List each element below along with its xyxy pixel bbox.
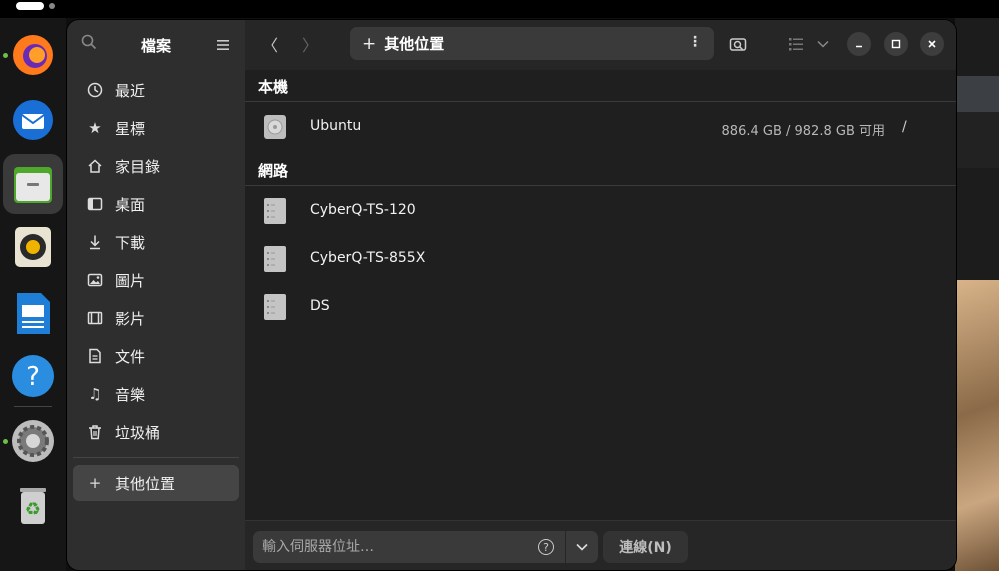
hard-disk-icon	[263, 113, 287, 141]
list-view-icon[interactable]	[783, 31, 809, 57]
location-name: CyberQ-TS-855X	[310, 250, 426, 266]
sidebar-item-documents[interactable]: 文件	[73, 338, 239, 374]
server-icon	[263, 197, 287, 225]
search-files-icon[interactable]	[725, 31, 751, 57]
sidebar-item-downloads[interactable]: 下載	[73, 224, 239, 260]
home-icon	[86, 157, 104, 175]
sidebar-item-videos[interactable]: 影片	[73, 300, 239, 336]
background-window-panel	[955, 112, 999, 168]
top-bar	[0, 0, 999, 18]
sidebar-item-home[interactable]: 家目錄	[73, 148, 239, 184]
dock-separator	[14, 406, 52, 407]
plus-icon: +	[88, 474, 102, 492]
document-icon	[86, 347, 104, 365]
mount-point: /	[902, 119, 907, 135]
sidebar-item-trash[interactable]: 垃圾桶	[73, 414, 239, 450]
help-icon[interactable]: ?	[538, 539, 554, 555]
sidebar: 檔案 最近 ★ 星標 家目錄 桌面 下載 圖片 影片 文件 ♫ 音樂 垃圾桶 +…	[67, 20, 245, 570]
maximize-button[interactable]	[884, 32, 908, 56]
desktop-wallpaper	[955, 280, 999, 571]
dock: ? ♻	[0, 18, 66, 571]
image-icon	[86, 271, 104, 289]
plus-icon: +	[362, 33, 377, 54]
location-name: Ubuntu	[310, 118, 362, 134]
connect-button[interactable]: 連線(N)	[603, 531, 688, 563]
sidebar-item-label: 音樂	[115, 385, 146, 404]
sidebar-item-label: 星標	[115, 119, 146, 138]
chevron-down-icon[interactable]	[810, 31, 836, 57]
header-bar: 〈 〉 + 其他位置 ⋮	[245, 20, 956, 70]
server-address-input[interactable]	[253, 531, 565, 563]
download-icon	[86, 233, 104, 251]
sidebar-item-starred[interactable]: ★ 星標	[73, 110, 239, 146]
list-item[interactable]: CyberQ-TS-120	[245, 187, 956, 233]
list-item[interactable]: DS	[245, 283, 956, 329]
settings-icon[interactable]	[8, 416, 58, 466]
clock-icon	[86, 81, 104, 99]
sidebar-item-recent[interactable]: 最近	[73, 72, 239, 108]
music-icon: ♫	[88, 385, 102, 403]
chevron-down-icon	[576, 543, 588, 551]
section-divider	[245, 185, 956, 186]
svg-text:?: ?	[26, 362, 40, 392]
recycle-bin-icon[interactable]: ♻	[8, 480, 58, 530]
sidebar-item-label: 其他位置	[115, 474, 176, 493]
sidebar-item-label: 圖片	[115, 271, 146, 290]
files-icon[interactable]	[3, 154, 63, 214]
location-bar[interactable]: + 其他位置 ⋮	[350, 27, 714, 60]
files-window: 檔案 最近 ★ 星標 家目錄 桌面 下載 圖片 影片 文件 ♫ 音樂 垃圾桶 +…	[67, 20, 956, 570]
minimize-button[interactable]	[847, 32, 871, 56]
section-title-network: 網路	[258, 162, 289, 180]
list-item[interactable]: Ubuntu 886.4 GB / 982.8 GB 可用 /	[245, 103, 956, 149]
desktop-icon	[86, 195, 104, 213]
sidebar-item-label: 家目錄	[115, 157, 161, 176]
sidebar-item-other-locations[interactable]: + 其他位置	[73, 465, 239, 501]
sidebar-item-desktop[interactable]: 桌面	[73, 186, 239, 222]
sidebar-item-music[interactable]: ♫ 音樂	[73, 376, 239, 412]
section-divider	[245, 101, 956, 102]
server-icon	[263, 245, 287, 273]
star-icon: ★	[88, 119, 102, 137]
list-item[interactable]: CyberQ-TS-855X	[245, 235, 956, 281]
main-pane: 〈 〉 + 其他位置 ⋮ 本機 Ubuntu 886.4 GB / 982.8 …	[245, 20, 956, 570]
location-name: CyberQ-TS-120	[310, 202, 416, 218]
help-icon[interactable]: ?	[8, 351, 58, 401]
sidebar-item-label: 文件	[115, 347, 146, 366]
hamburger-menu-icon[interactable]	[217, 36, 229, 55]
storage-info: 886.4 GB / 982.8 GB 可用	[721, 124, 885, 139]
server-icon	[263, 293, 287, 321]
sidebar-item-label: 影片	[115, 309, 146, 328]
sidebar-item-label: 下載	[115, 233, 146, 252]
recent-servers-dropdown[interactable]	[566, 531, 598, 563]
video-icon	[86, 309, 104, 327]
trash-icon	[86, 423, 104, 441]
sidebar-item-label: 垃圾桶	[115, 423, 161, 442]
svg-text:♻: ♻	[25, 499, 41, 520]
sidebar-item-label: 最近	[115, 81, 146, 100]
background-window-header	[955, 76, 999, 112]
firefox-icon[interactable]	[8, 30, 58, 80]
sidebar-divider	[73, 457, 239, 458]
thunderbird-icon[interactable]	[8, 94, 58, 144]
connect-bar: ? 連線(N)	[245, 520, 956, 570]
back-icon[interactable]: 〈	[255, 30, 285, 58]
location-title: 其他位置	[384, 35, 445, 53]
more-options-icon[interactable]: ⋮	[688, 34, 702, 50]
rhythmbox-icon[interactable]	[8, 222, 58, 272]
sidebar-item-label: 桌面	[115, 195, 146, 214]
sidebar-item-pictures[interactable]: 圖片	[73, 262, 239, 298]
forward-icon[interactable]: 〉	[295, 30, 325, 58]
workspace-indicator-active[interactable]	[16, 2, 44, 10]
workspace-indicator[interactable]	[49, 3, 55, 9]
libreoffice-writer-icon[interactable]	[8, 288, 58, 338]
close-button[interactable]	[920, 32, 944, 56]
location-name: DS	[310, 298, 330, 314]
section-title-local: 本機	[258, 78, 289, 96]
